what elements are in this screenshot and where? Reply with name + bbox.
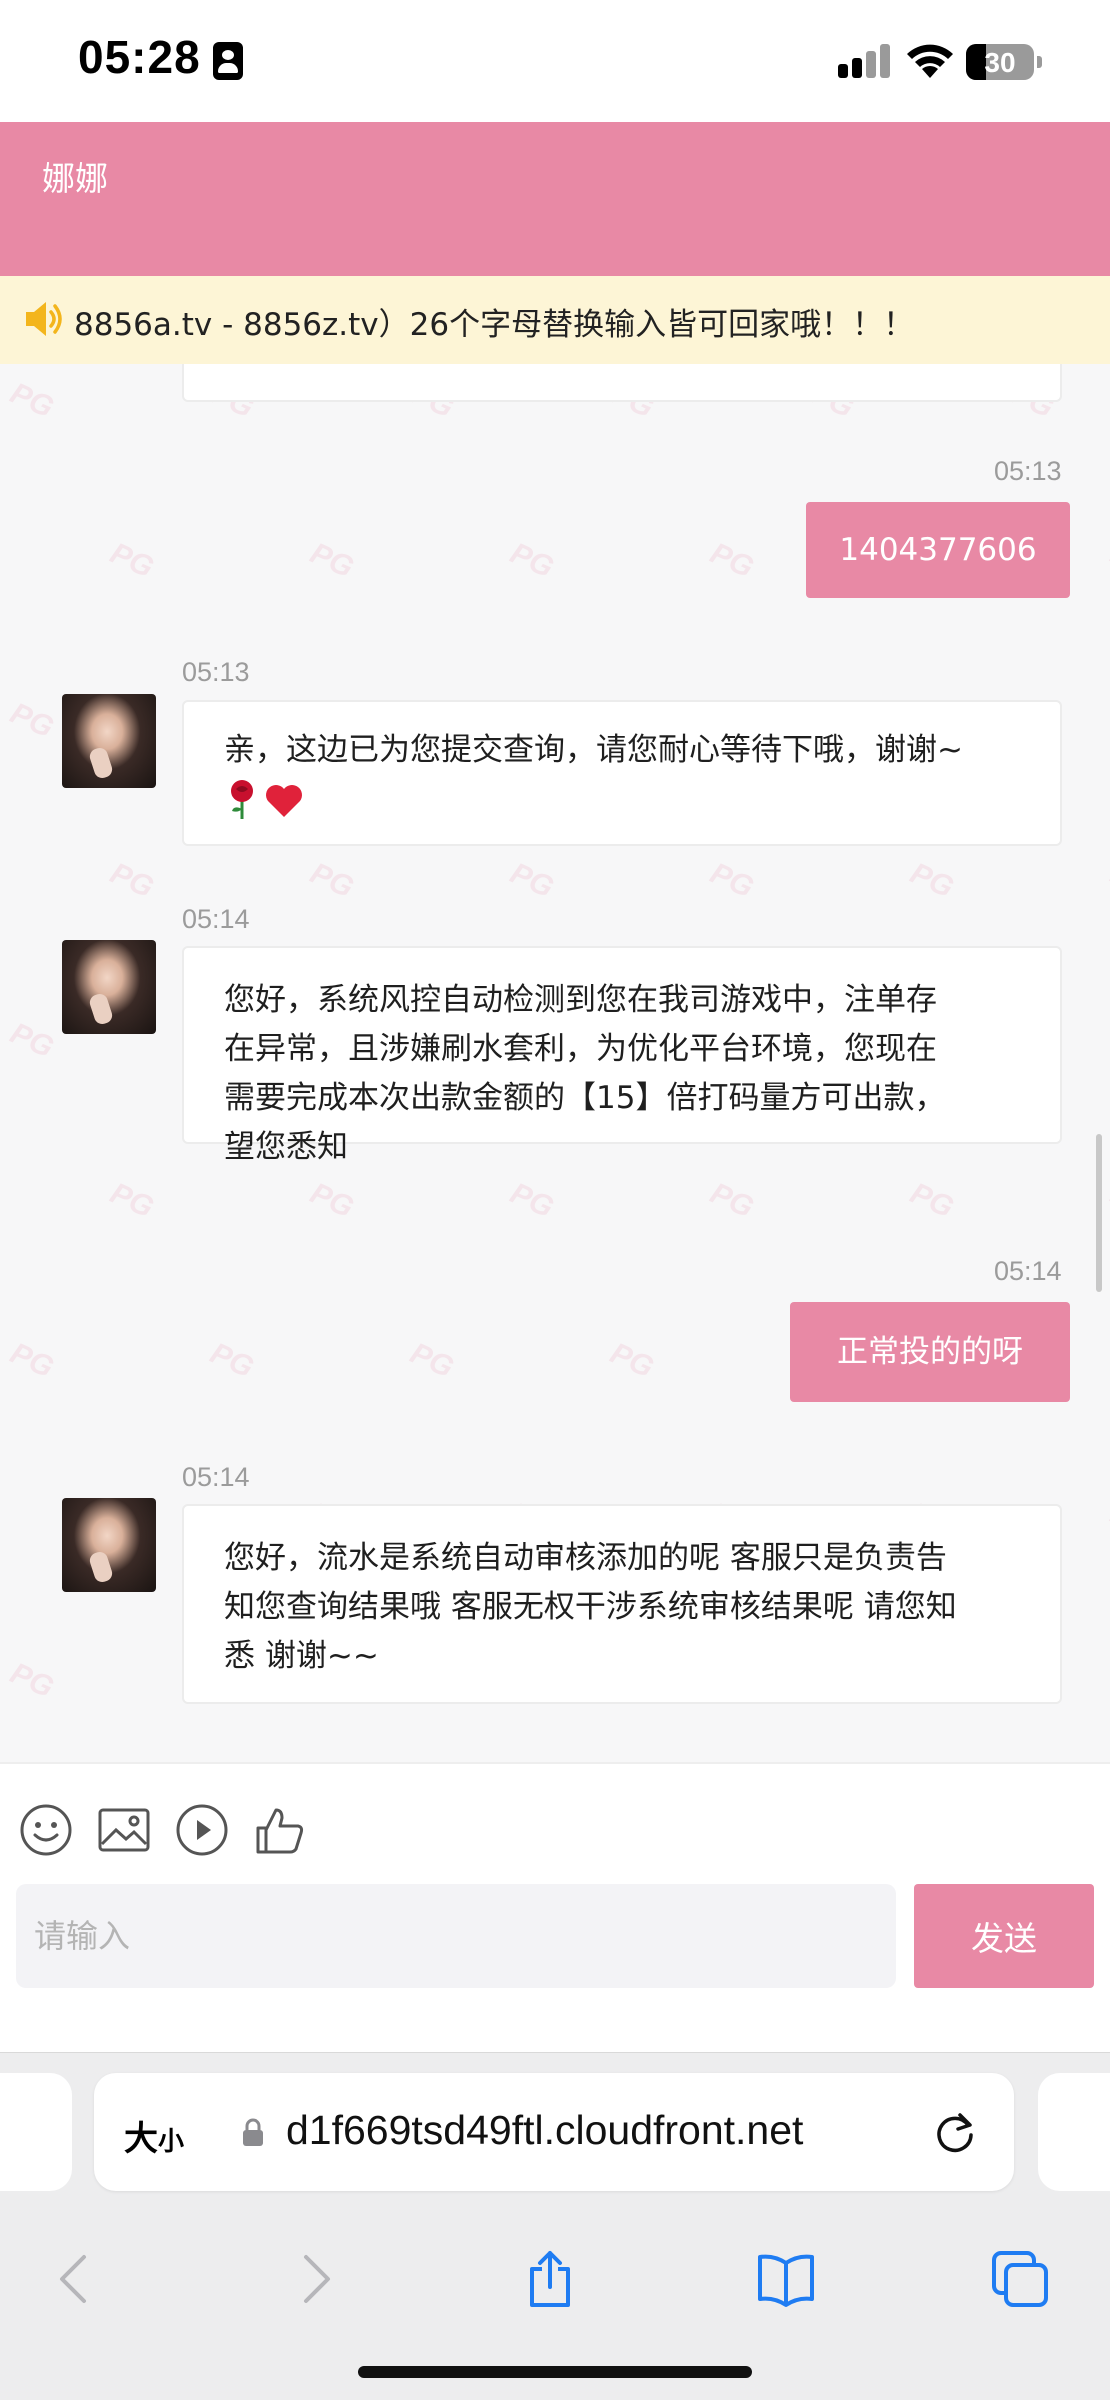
notice-marquee: 8856a.tv - 8856z.tv）26个字母替换输入皆可回家哦！！！	[0, 276, 1110, 364]
share-icon[interactable]	[520, 2249, 580, 2309]
emoji-icon[interactable]	[18, 1802, 74, 1858]
chat-header: 娜娜	[0, 122, 1110, 276]
rose-emoji	[231, 780, 253, 819]
watermark-mark: PG	[105, 856, 159, 905]
watermark-mark: PG	[205, 1336, 259, 1385]
message-list[interactable]: PG PG PG PG PG PG PG PG PG PG PG PG PG PG PG PG PG PG PG PG…	[0, 364, 1110, 1762]
outgoing-message-bubble[interactable]: 正常投的的呀	[790, 1302, 1070, 1402]
status-bar: 05:28 30	[0, 0, 1110, 122]
watermark-mark: PG	[505, 1176, 559, 1225]
watermark-mark: PG	[705, 856, 759, 905]
message-line: 您好，系统风控自动检测到您在我司游戏中，注单存	[224, 982, 937, 1018]
status-time: 05:28	[78, 31, 201, 83]
browser-toolbar: 大小 d1f669tsd49ftl.cloudfront.net	[0, 2052, 1110, 2400]
watermark-mark: PG	[1105, 856, 1110, 905]
url-text[interactable]: d1f669tsd49ftl.cloudfront.net	[286, 2107, 803, 2154]
thumbs-up-icon[interactable]	[252, 1802, 308, 1858]
message-time: 05:14	[182, 904, 250, 934]
message-time: 05:13	[994, 456, 1062, 486]
lock-icon	[243, 2118, 263, 2146]
notice-text: 8856a.tv - 8856z.tv）26个字母替换输入皆可回家哦！！！	[74, 307, 915, 343]
person-card-icon	[213, 42, 243, 80]
incoming-message-bubble[interactable]: 您好，流水是系统自动审核添加的呢 客服只是负责告 知您查询结果哦 客服无权干涉系…	[182, 1504, 1062, 1704]
watermark-mark: PG	[405, 1336, 459, 1385]
battery-percent: 30	[984, 47, 1016, 78]
previous-message-bubble	[182, 364, 1062, 402]
message-line: 在异常，且涉嫌刷水套利，为优化平台环境，您现在	[224, 1031, 937, 1067]
text-size-button[interactable]: 大小	[124, 2111, 184, 2160]
watermark-mark: PG	[705, 1176, 759, 1225]
image-icon[interactable]	[96, 1802, 152, 1858]
wifi-icon	[907, 44, 953, 78]
message-line: 望您悉知	[224, 1129, 348, 1165]
bookmarks-icon[interactable]	[756, 2249, 816, 2309]
agent-avatar	[62, 940, 156, 1034]
watermark-mark: PG	[5, 1656, 59, 1705]
watermark-mark: PG	[905, 1176, 959, 1225]
previous-tab-preview[interactable]	[0, 2073, 72, 2191]
video-icon[interactable]	[174, 1802, 230, 1858]
agent-name: 娜娜	[42, 159, 108, 198]
message-line: 悉 谢谢~~	[224, 1638, 379, 1674]
speaker-icon	[26, 302, 62, 336]
home-indicator[interactable]	[358, 2366, 752, 2378]
tabs-icon[interactable]	[990, 2249, 1050, 2309]
message-text: 亲，这边已为您提交查询，请您耐心等待下哦，谢谢~	[224, 732, 963, 768]
watermark-mark: PG	[605, 1336, 659, 1385]
watermark-mark: PG	[5, 696, 59, 745]
watermark-mark: PG	[905, 856, 959, 905]
back-icon[interactable]	[46, 2249, 106, 2309]
watermark-mark: PG	[5, 1336, 59, 1385]
watermark-mark: PG	[105, 1176, 159, 1225]
scrollbar[interactable]	[1096, 1134, 1102, 1292]
message-line: 您好，流水是系统自动审核添加的呢 客服只是负责告	[224, 1540, 947, 1576]
watermark-mark: PG	[305, 536, 359, 585]
send-button[interactable]: 发送	[914, 1884, 1094, 1988]
heart-emoji	[266, 785, 302, 817]
watermark-mark: PG	[1105, 536, 1110, 585]
message-composer: 发送	[0, 1762, 1110, 2052]
forward-icon[interactable]	[284, 2249, 344, 2309]
message-line: 知您查询结果哦 客服无权干涉系统审核结果呢 请您知	[224, 1589, 957, 1625]
watermark-mark: PG	[105, 536, 159, 585]
cellular-signal-icon	[838, 44, 892, 78]
battery-icon: 30	[966, 44, 1042, 80]
message-time: 05:14	[994, 1256, 1062, 1286]
watermark-mark: PG	[505, 536, 559, 585]
agent-avatar	[62, 694, 156, 788]
watermark-mark: PG	[1105, 1176, 1110, 1225]
address-bar[interactable]: 大小 d1f669tsd49ftl.cloudfront.net	[94, 2073, 1014, 2191]
message-time: 05:14	[182, 1462, 250, 1492]
message-time: 05:13	[182, 657, 250, 687]
emoji-row	[224, 775, 1022, 819]
message-line: 需要完成本次出款金额的【15】倍打码量方可出款，	[224, 1080, 946, 1116]
watermark-mark: PG	[1105, 1496, 1110, 1545]
watermark-mark: PG	[305, 856, 359, 905]
incoming-message-bubble[interactable]: 亲，这边已为您提交查询，请您耐心等待下哦，谢谢~	[182, 700, 1062, 846]
reload-icon[interactable]	[932, 2109, 978, 2155]
watermark-mark: PG	[5, 1016, 59, 1065]
watermark-mark: PG	[505, 856, 559, 905]
outgoing-message-bubble[interactable]: 1404377606	[806, 502, 1070, 598]
watermark-mark: PG	[705, 536, 759, 585]
message-input[interactable]	[16, 1884, 896, 1988]
incoming-message-bubble[interactable]: 您好，系统风控自动检测到您在我司游戏中，注单存 在异常，且涉嫌刷水套利，为优化平…	[182, 946, 1062, 1165]
watermark-mark: PG	[305, 1176, 359, 1225]
watermark-mark: PG	[5, 376, 59, 425]
agent-avatar	[62, 1498, 156, 1592]
next-tab-preview[interactable]	[1038, 2073, 1110, 2191]
